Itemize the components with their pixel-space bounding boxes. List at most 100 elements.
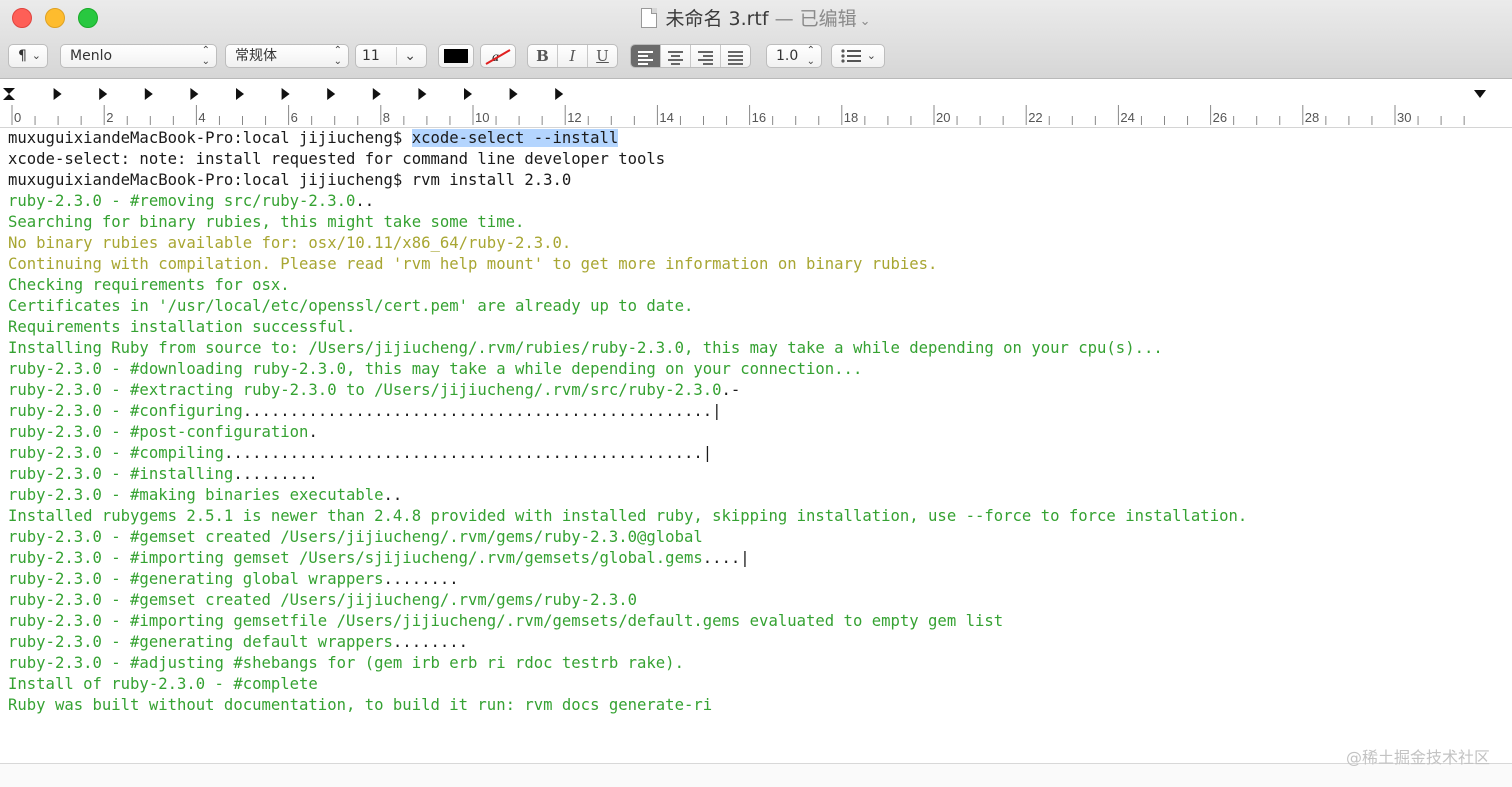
text-line[interactable]: ruby-2.3.0 - #configuring...............… bbox=[8, 401, 722, 422]
line-spacing-popup[interactable]: 1.0 ⌃ ⌄ bbox=[766, 44, 822, 68]
text-line-content: Continuing with compilation. Please read… bbox=[8, 255, 938, 273]
text-line-content: ruby-2.3.0 - #installing bbox=[8, 465, 234, 483]
background-color-well[interactable]: a bbox=[480, 44, 516, 68]
text-line-content: ruby-2.3.0 - #post-configuration bbox=[8, 423, 309, 441]
ruler-label: 8 bbox=[383, 110, 390, 125]
paragraph-style-popup[interactable]: ¶ ⌄ bbox=[8, 44, 48, 68]
ruler-label: 10 bbox=[475, 110, 489, 125]
textedit-window: 未命名 3.rtf — 已编辑 ⌄ ¶ ⌄ Menlo ⌃ ⌄ 常规体 ⌃ ⌄ 11 ⌄… bbox=[0, 0, 1512, 787]
font-size-combobox[interactable]: 11 ⌄ bbox=[355, 44, 427, 68]
justify-button[interactable] bbox=[721, 45, 750, 67]
text-line[interactable]: ruby-2.3.0 - #generating global wrappers… bbox=[8, 569, 459, 590]
text-line[interactable]: ruby-2.3.0 - #downloading ruby-2.3.0, th… bbox=[8, 359, 862, 380]
document-text-area[interactable]: muxuguixiandeMacBook-Pro:local jijiuchen… bbox=[0, 128, 1512, 763]
tab-stop-marker[interactable] bbox=[327, 88, 336, 100]
title-chevron-down-icon[interactable]: ⌄ bbox=[860, 14, 871, 29]
tab-stop-marker[interactable] bbox=[555, 88, 564, 100]
window-title-bar[interactable]: 未命名 3.rtf — 已编辑 ⌄ bbox=[0, 6, 1512, 35]
text-line[interactable]: muxuguixiandeMacBook-Pro:local jijiuchen… bbox=[8, 128, 619, 149]
text-line[interactable]: ruby-2.3.0 - #post-configuration. bbox=[8, 422, 318, 443]
tab-stop-marker[interactable] bbox=[99, 88, 108, 100]
tab-stop-marker[interactable] bbox=[509, 88, 518, 100]
text-line-content: ruby-2.3.0 - #generating global wrappers bbox=[8, 570, 384, 588]
text-line[interactable]: ruby-2.3.0 - #adjusting #shebangs for (g… bbox=[8, 653, 684, 674]
text-line-content: ruby-2.3.0 - #compiling bbox=[8, 444, 224, 462]
progress-dots: ........ bbox=[392, 633, 469, 651]
left-indent-marker[interactable] bbox=[3, 94, 15, 100]
ruler-label: 20 bbox=[936, 110, 950, 125]
text-line[interactable]: Continuing with compilation. Please read… bbox=[8, 254, 937, 275]
list-style-popup[interactable]: ⌄ bbox=[831, 44, 885, 68]
edited-status: — 已编辑 bbox=[774, 8, 857, 30]
text-line[interactable]: ruby-2.3.0 - #gemset created /Users/jiji… bbox=[8, 590, 637, 611]
text-line-content: xcode-select: note: install requested fo… bbox=[8, 150, 666, 168]
text-line-content: ruby-2.3.0 - #downloading ruby-2.3.0, th… bbox=[8, 360, 863, 378]
text-line-content: Searching for binary rubies, this might … bbox=[8, 213, 525, 231]
text-line-content: muxuguixiandeMacBook-Pro:local jijiuchen… bbox=[8, 129, 412, 147]
font-traits-segmented-control: B I U bbox=[527, 44, 618, 68]
bold-button[interactable]: B bbox=[528, 45, 558, 67]
text-line[interactable]: Searching for binary rubies, this might … bbox=[8, 212, 524, 233]
font-style-popup[interactable]: 常规体 ⌃ ⌄ bbox=[225, 44, 349, 68]
text-line[interactable]: Certificates in '/usr/local/etc/openssl/… bbox=[8, 296, 693, 317]
progress-dots: ......... bbox=[233, 465, 318, 483]
chevron-down-icon[interactable]: ⌄ bbox=[404, 45, 416, 67]
align-left-icon bbox=[638, 51, 653, 65]
window-bottom-bar bbox=[0, 763, 1512, 787]
font-family-popup[interactable]: Menlo ⌃ ⌄ bbox=[60, 44, 217, 68]
ruler-label: 12 bbox=[567, 110, 581, 125]
text-line[interactable]: ruby-2.3.0 - #importing gemset /Users/sj… bbox=[8, 548, 750, 569]
text-ruler[interactable]: 0 2 4 6 8 10 12 14 16 18 20 22 24 26 28 30 bbox=[0, 79, 1512, 128]
underline-button[interactable]: U bbox=[588, 45, 617, 67]
selected-text[interactable]: xcode-select --install bbox=[411, 129, 619, 147]
text-line-content: muxuguixiandeMacBook-Pro:local jijiuchen… bbox=[8, 171, 572, 189]
text-line[interactable]: ruby-2.3.0 - #removing src/ruby-2.3.0.. bbox=[8, 191, 374, 212]
text-line[interactable]: muxuguixiandeMacBook-Pro:local jijiuchen… bbox=[8, 170, 571, 191]
first-line-indent-marker[interactable] bbox=[3, 88, 15, 94]
align-center-button[interactable] bbox=[661, 45, 691, 67]
tab-stop-marker[interactable] bbox=[418, 88, 427, 100]
ruler-label: 16 bbox=[752, 110, 766, 125]
text-line[interactable]: Install of ruby-2.3.0 - #complete bbox=[8, 674, 318, 695]
text-line[interactable]: ruby-2.3.0 - #making binaries executable… bbox=[8, 485, 402, 506]
text-line[interactable]: Installing Ruby from source to: /Users/j… bbox=[8, 338, 1163, 359]
text-line[interactable]: ruby-2.3.0 - #gemset created /Users/jiji… bbox=[8, 527, 703, 548]
italic-button[interactable]: I bbox=[558, 45, 588, 67]
tab-stop-marker[interactable] bbox=[144, 88, 153, 100]
tab-stop-marker[interactable] bbox=[190, 88, 199, 100]
text-line[interactable]: ruby-2.3.0 - #compiling.................… bbox=[8, 443, 712, 464]
text-line-content: Installing Ruby from source to: /Users/j… bbox=[8, 339, 1163, 357]
align-right-button[interactable] bbox=[691, 45, 721, 67]
tab-stop-marker[interactable] bbox=[372, 88, 381, 100]
bulleted-list-icon bbox=[841, 49, 861, 63]
align-left-button[interactable] bbox=[631, 45, 661, 67]
chevron-down-icon: ⌄ bbox=[866, 49, 876, 62]
ruler-label: 0 bbox=[14, 110, 21, 125]
text-line[interactable]: ruby-2.3.0 - #importing gemsetfile /User… bbox=[8, 611, 1003, 632]
text-line[interactable]: ruby-2.3.0 - #installing......... bbox=[8, 464, 318, 485]
text-line[interactable]: No binary rubies available for: osx/10.1… bbox=[8, 233, 571, 254]
ruler-label: 24 bbox=[1120, 110, 1134, 125]
window-chrome: 未命名 3.rtf — 已编辑 ⌄ ¶ ⌄ Menlo ⌃ ⌄ 常规体 ⌃ ⌄ 11 ⌄… bbox=[0, 0, 1512, 79]
progress-dots: .- bbox=[721, 381, 741, 399]
text-color-well[interactable] bbox=[438, 44, 474, 68]
font-size-value[interactable]: 11 bbox=[362, 48, 380, 64]
text-line-content: Requirements installation successful. bbox=[8, 318, 356, 336]
text-line[interactable]: Installed rubygems 2.5.1 is newer than 2… bbox=[8, 506, 1247, 527]
text-line[interactable]: ruby-2.3.0 - #generating default wrapper… bbox=[8, 632, 468, 653]
text-line[interactable]: Checking requirements for osx. bbox=[8, 275, 290, 296]
text-line[interactable]: xcode-select: note: install requested fo… bbox=[8, 149, 665, 170]
text-line[interactable]: Requirements installation successful. bbox=[8, 317, 355, 338]
text-line-content: ruby-2.3.0 - #making binaries executable bbox=[8, 486, 384, 504]
alignment-segmented-control bbox=[630, 44, 751, 68]
stepper-arrows-icon: ⌃ ⌄ bbox=[806, 45, 815, 67]
stepper-arrows-icon: ⌃ ⌄ bbox=[333, 45, 342, 67]
tab-stop-marker[interactable] bbox=[53, 88, 62, 100]
tab-stop-marker[interactable] bbox=[236, 88, 244, 100]
right-margin-marker[interactable] bbox=[1474, 90, 1486, 98]
ruler-label: 6 bbox=[291, 110, 298, 125]
text-line[interactable]: ruby-2.3.0 - #extracting ruby-2.3.0 to /… bbox=[8, 380, 740, 401]
text-line[interactable]: Ruby was built without documentation, to… bbox=[8, 695, 712, 716]
tab-stop-marker[interactable] bbox=[281, 88, 290, 100]
tab-stop-marker[interactable] bbox=[464, 88, 472, 100]
